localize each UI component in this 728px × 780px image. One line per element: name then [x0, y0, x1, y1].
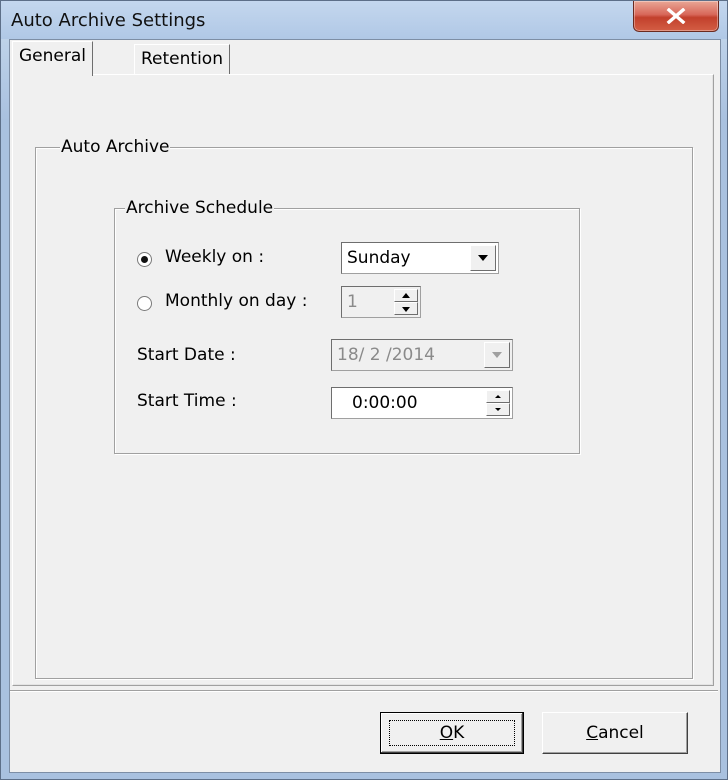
arrow-up-icon [495, 395, 501, 398]
window-title: Auto Archive Settings [11, 10, 206, 31]
dialog-window: Auto Archive Settings General Retention … [0, 0, 728, 780]
focus-rectangle [389, 720, 515, 746]
month-day-spin-buttons [394, 289, 418, 315]
archive-schedule-group-label: Archive Schedule [125, 198, 275, 218]
tab-panel-general: Auto Archive Archive Schedule Weekly on … [12, 74, 714, 686]
dialog-client: General Retention Auto Archive Archive S… [9, 39, 721, 773]
arrow-down-icon [495, 408, 501, 411]
chevron-down-icon [492, 352, 502, 358]
cancel-button[interactable]: Cancel [542, 712, 688, 754]
time-spin-down-button[interactable] [486, 403, 510, 416]
monthly-radio[interactable] [137, 296, 152, 311]
radio-selected-dot [141, 256, 148, 263]
arrow-up-icon [402, 292, 410, 298]
close-button[interactable] [633, 1, 719, 32]
start-date-dropdown-button[interactable] [484, 342, 510, 368]
ok-button[interactable]: OK [380, 712, 524, 754]
weekday-value: Sunday [347, 248, 411, 268]
month-day-spinner[interactable]: 1 [341, 286, 421, 318]
weekday-select[interactable]: Sunday [341, 242, 499, 274]
cancel-button-label: Cancel [586, 723, 644, 743]
start-date-picker[interactable]: 18/ 2 /2014 [331, 339, 513, 371]
auto-archive-group: Auto Archive Archive Schedule Weekly on … [35, 137, 693, 679]
chevron-down-icon [478, 255, 488, 261]
spin-up-button[interactable] [394, 289, 418, 302]
weekly-radio[interactable] [137, 252, 152, 267]
archive-schedule-group: Archive Schedule Weekly on : Sunday Mont… [114, 198, 580, 454]
spin-down-button[interactable] [394, 302, 418, 315]
start-time-spin-buttons [486, 390, 510, 416]
weekday-dropdown-button[interactable] [470, 245, 496, 271]
auto-archive-group-label: Auto Archive [60, 137, 171, 157]
footer-separator [10, 690, 718, 692]
tab-retention-label: Retention [141, 49, 223, 69]
tab-strip: General Retention [10, 40, 720, 76]
tab-retention[interactable]: Retention [134, 44, 230, 75]
start-time-picker[interactable]: 0:00:00 [331, 387, 513, 419]
time-spin-up-button[interactable] [486, 390, 510, 403]
weekly-label[interactable]: Weekly on : [165, 247, 264, 267]
monthly-label[interactable]: Monthly on day : [165, 291, 307, 311]
tab-general[interactable]: General [12, 41, 93, 76]
arrow-down-icon [402, 306, 410, 312]
start-date-label: Start Date : [137, 345, 236, 365]
month-day-value: 1 [347, 292, 358, 312]
title-bar[interactable]: Auto Archive Settings [1, 1, 727, 39]
start-date-value: 18/ 2 /2014 [337, 345, 435, 365]
start-time-value: 0:00:00 [352, 393, 418, 413]
close-icon [634, 1, 718, 31]
start-time-label: Start Time : [137, 391, 237, 411]
tab-general-label: General [19, 46, 86, 66]
